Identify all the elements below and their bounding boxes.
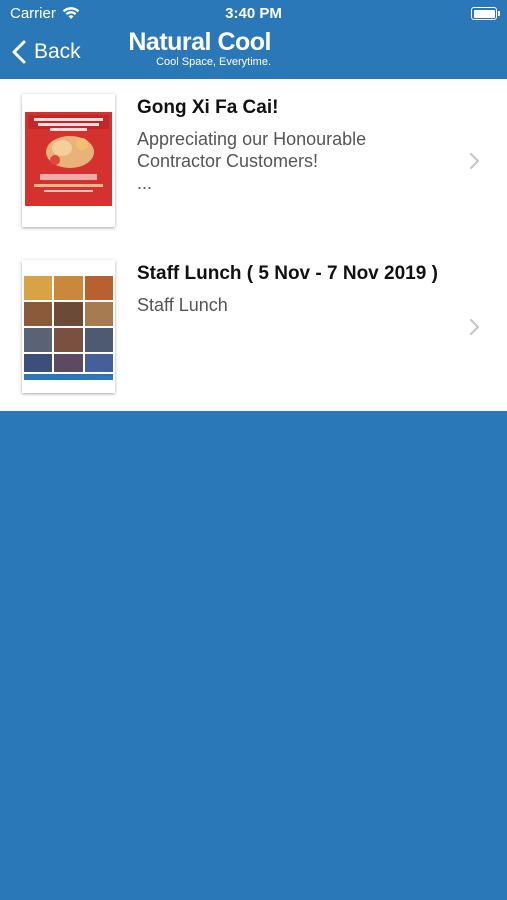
- description-line: Contractor Customers!: [137, 151, 319, 171]
- battery-icon: [471, 7, 500, 20]
- item-title: Gong Xi Fa Cai!: [137, 97, 279, 118]
- logo-tagline: Cool Space, Everytime.: [156, 56, 271, 68]
- description-line: Appreciating our Honourable: [137, 129, 367, 149]
- back-button[interactable]: Back: [12, 36, 81, 68]
- item-thumbnail: [22, 94, 115, 227]
- navigation-bar: Back Natural Cool Cool Space, Everytime.: [0, 26, 507, 79]
- chevron-left-icon: [12, 40, 26, 64]
- back-label: Back: [34, 40, 81, 63]
- item-description: Appreciating our Honourable Contractor C…: [137, 128, 467, 194]
- description-line: ...: [137, 173, 153, 193]
- list-item[interactable]: Staff Lunch ( 5 Nov - 7 Nov 2019 ) Staff…: [0, 245, 507, 411]
- item-description: Staff Lunch: [137, 294, 467, 316]
- item-thumbnail: [22, 260, 115, 393]
- item-title: Staff Lunch ( 5 Nov - 7 Nov 2019 ): [137, 263, 438, 284]
- chevron-right-icon: [469, 152, 480, 170]
- natural-cool-logo: Natural Cool Cool Space, Everytime.: [121, 28, 271, 69]
- description-line: Staff Lunch: [137, 295, 228, 315]
- staff-lunch-collage-image: [22, 260, 115, 393]
- status-time: 3:40 PM: [225, 5, 282, 22]
- news-list: Gong Xi Fa Cai! Appreciating our Honoura…: [0, 79, 507, 411]
- chevron-right-icon: [469, 318, 480, 336]
- list-item[interactable]: Gong Xi Fa Cai! Appreciating our Honoura…: [0, 79, 507, 245]
- logo-name: Natural Cool: [128, 28, 271, 56]
- cny-poster-image: [22, 94, 115, 227]
- status-bar: Carrier 3:40 PM: [0, 0, 507, 26]
